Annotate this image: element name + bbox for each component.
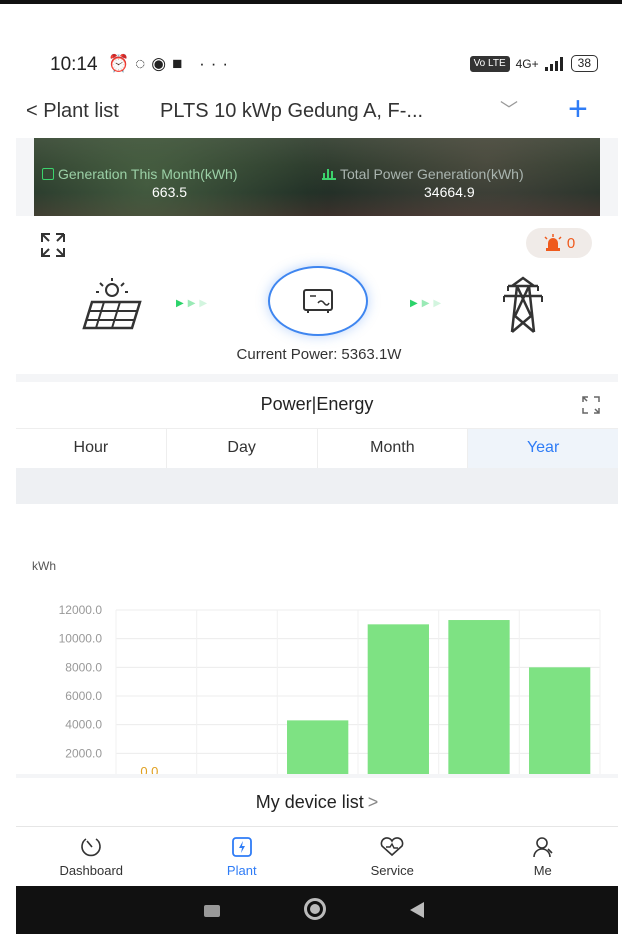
power-energy-header: Power|Energy (16, 382, 618, 428)
status-notification-icons: ⏰◌◉■ ··· (108, 54, 235, 73)
y-tick-label: 12000.0 (59, 603, 103, 617)
top-divider (0, 0, 622, 4)
back-icon[interactable] (410, 902, 424, 918)
bar-2024 (448, 620, 510, 774)
back-to-plant-list[interactable]: < Plant list (26, 100, 119, 123)
signal-icon (544, 56, 563, 71)
network-label: 4G+ (515, 56, 539, 71)
tab-month[interactable]: Month (318, 429, 469, 468)
y-tick-label: 10000.0 (59, 632, 103, 646)
chevron-down-icon[interactable]: ﹀ (500, 96, 518, 122)
period-tabs: Hour Day Month Year (16, 428, 618, 468)
yearly-energy-chart: kWh 0.0 2000.0 4000.0 6000.0 8000.0 10000.0 120… (16, 504, 618, 774)
dashboard-icon (81, 838, 102, 857)
y-tick-label: 8000.0 (65, 660, 102, 674)
energy-flow-panel: 0 ▶▶▶ ▶▶▶ Current Power: 5363.1W (16, 216, 618, 374)
current-power-label: Current Power: (236, 346, 338, 363)
total-generation-value: 34664.9 (424, 184, 475, 200)
battery-icon: 38 (570, 55, 598, 72)
android-navigation-bar (16, 886, 618, 934)
user-icon (532, 837, 553, 858)
recents-icon[interactable] (204, 905, 220, 917)
generation-icon (42, 168, 54, 180)
power-energy-title: Power|Energy (260, 394, 374, 414)
flow-arrows-right: ▶▶▶ (410, 298, 446, 309)
chart-toolbar-spacer (16, 468, 618, 504)
service-icon (380, 837, 404, 857)
phone-screen: 10:14 ⏰◌◉■ ··· Vo LTE 4G+ 38 < Plant lis… (16, 44, 618, 934)
bottom-navigation: Dashboard Plant Service Me (16, 826, 618, 886)
nav-dashboard[interactable]: Dashboard (16, 827, 167, 886)
tab-day[interactable]: Day (167, 429, 318, 468)
current-power-value: 5363.1W (341, 346, 402, 363)
bar-2022 (287, 720, 349, 774)
nav-plant-label: Plant (226, 863, 257, 878)
inverter-icon (303, 289, 333, 313)
plant-title[interactable]: PLTS 10 kWp Gedung A, F-... (160, 100, 423, 123)
add-icon[interactable]: + (568, 92, 588, 126)
grid-tower-icon[interactable] (500, 276, 546, 334)
generation-month-label: Generation This Month(kWh) (58, 166, 238, 182)
alarm-icon (544, 234, 562, 251)
header-bar: < Plant list PLTS 10 kWp Gedung A, F-...… (16, 86, 618, 138)
fullscreen-icon[interactable] (40, 232, 66, 258)
flow-arrows-left: ▶▶▶ (176, 298, 212, 309)
home-icon[interactable] (304, 898, 326, 920)
y-tick-label: 6000.0 (65, 689, 102, 703)
alarm-badge[interactable]: 0 (526, 228, 592, 258)
y-axis-label: kWh (32, 559, 56, 573)
nav-me-label: Me (533, 863, 552, 878)
current-power: Current Power: 5363.1W (16, 346, 618, 363)
plant-icon (231, 837, 252, 857)
total-generation-label-wrap: Total Power Generation(kWh) (322, 166, 524, 182)
tab-hour[interactable]: Hour (16, 429, 167, 468)
bar-chart: kWh 0.0 2000.0 4000.0 6000.0 8000.0 10000.0 120… (32, 559, 601, 774)
generation-banner: Generation This Month(kWh) 663.5 Total P… (34, 138, 600, 216)
generation-month-value: 663.5 (152, 184, 188, 200)
nav-service-label: Service (370, 863, 414, 878)
bar-chart-icon (322, 168, 336, 180)
data-label: 0.0 (140, 764, 158, 774)
generation-month-label-wrap: Generation This Month(kWh) (42, 166, 237, 182)
nav-service[interactable]: Service (317, 827, 468, 886)
nav-me[interactable]: Me (468, 827, 619, 886)
status-right-icons: Vo LTE 4G+ 38 (469, 55, 598, 72)
status-time: 10:14 (50, 54, 98, 75)
y-tick-label: 2000.0 (65, 746, 102, 760)
status-bar: 10:14 ⏰◌◉■ ··· Vo LTE 4G+ 38 (16, 44, 618, 86)
device-list-label: My device list (255, 792, 364, 812)
nav-plant[interactable]: Plant (167, 827, 318, 886)
bar-2023 (367, 624, 429, 774)
solar-panel-icon[interactable] (82, 278, 144, 332)
alarm-count: 0 (566, 234, 576, 252)
chevron-right-icon: > (367, 792, 379, 812)
tab-year[interactable]: Year (468, 429, 618, 468)
back-label: Plant list (43, 100, 119, 122)
chart-fullscreen-icon[interactable] (582, 396, 600, 414)
y-tick-label: 4000.0 (65, 718, 102, 732)
total-generation-label: Total Power Generation(kWh) (340, 166, 524, 182)
volte-icon: Vo LTE (469, 55, 510, 72)
inverter-button[interactable] (268, 266, 368, 336)
my-device-list-link[interactable]: My device list > (16, 778, 618, 826)
nav-dashboard-label: Dashboard (59, 863, 124, 878)
bar-2025 (529, 667, 591, 774)
